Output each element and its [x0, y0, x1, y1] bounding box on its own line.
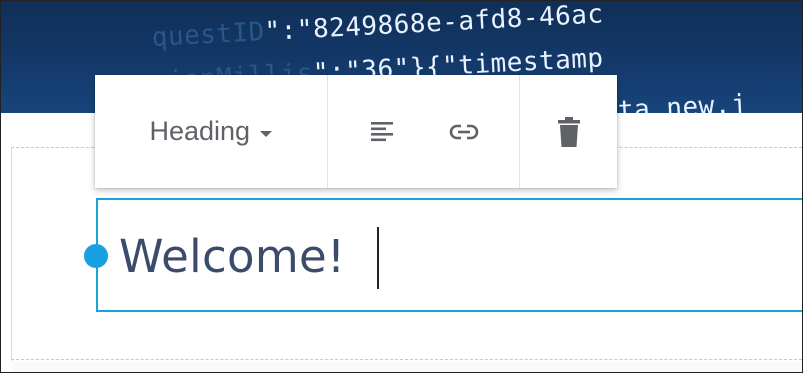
- text-cursor: [377, 227, 379, 289]
- trash-icon: [557, 116, 580, 147]
- code-fragment: questID: [151, 17, 266, 53]
- align-button[interactable]: [358, 108, 406, 156]
- floating-toolbar: Heading: [95, 75, 617, 188]
- link-button[interactable]: [440, 108, 488, 156]
- heading-text[interactable]: Welcome!: [119, 227, 345, 287]
- section-edge: [11, 147, 12, 362]
- delete-group: [520, 75, 617, 188]
- code-line: ata_new.j: [601, 89, 748, 113]
- next-section: [11, 361, 802, 372]
- drag-handle[interactable]: [84, 244, 108, 268]
- code-line: questID":"8249868e-afd8-46ac: [151, 1, 604, 53]
- heading-dropdown[interactable]: Heading: [95, 75, 328, 188]
- delete-button[interactable]: [545, 108, 593, 156]
- align-left-icon: [371, 121, 394, 141]
- heading-dropdown-label: Heading: [149, 116, 251, 146]
- section-divider: [11, 359, 802, 360]
- link-icon: [449, 124, 479, 139]
- editor-frame: questID":"8249868e-afd8-46ac sionMillis"…: [0, 0, 803, 373]
- chevron-down-icon: [260, 130, 273, 137]
- code-fragment: ata_new.j: [601, 89, 748, 113]
- code-fragment: ":"8249868e-afd8-46ac: [263, 1, 605, 48]
- format-group: [328, 75, 521, 188]
